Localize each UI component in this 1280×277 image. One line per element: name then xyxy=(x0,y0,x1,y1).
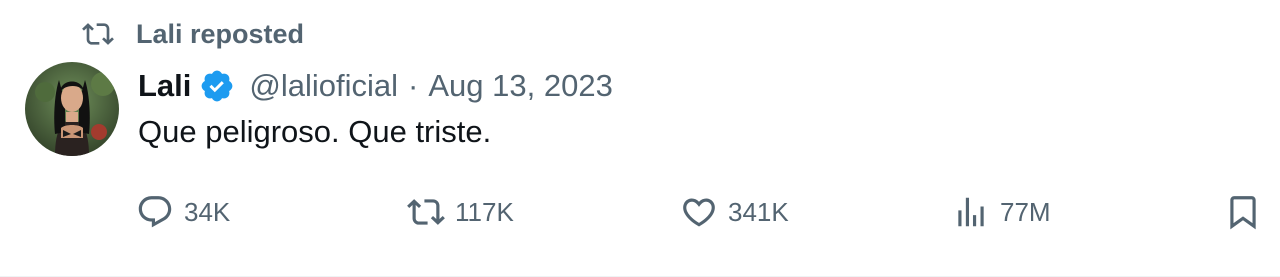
like-count: 341K xyxy=(728,196,789,227)
views-count: 77M xyxy=(1000,196,1051,227)
reply-icon xyxy=(136,193,174,231)
tweet-header: Lali @lalioficial · Aug 13, 2023 xyxy=(138,64,613,108)
analytics-icon xyxy=(952,193,990,231)
tweet-date[interactable]: Aug 13, 2023 xyxy=(428,68,612,104)
tweet-text: Que peligroso. Que triste. xyxy=(138,114,492,149)
avatar[interactable] xyxy=(25,62,119,156)
social-context[interactable]: Lali reposted xyxy=(82,16,304,52)
reply-button[interactable]: 34K xyxy=(136,190,230,234)
author-handle[interactable]: @lalioficial xyxy=(249,68,398,104)
views-button[interactable]: 77M xyxy=(952,190,1051,234)
reply-count: 34K xyxy=(184,196,231,227)
verified-badge-icon[interactable] xyxy=(199,68,235,104)
like-button[interactable]: 341K xyxy=(680,190,789,234)
repost-count: 117K xyxy=(455,196,514,227)
separator-dot: · xyxy=(408,68,419,103)
reposted-by-label: Lali reposted xyxy=(136,18,305,49)
repost-button[interactable]: 117K xyxy=(407,190,514,234)
action-bar: 34K 117K 341K 77M xyxy=(0,190,1280,234)
bookmark-button[interactable] xyxy=(1224,190,1262,234)
heart-icon xyxy=(680,193,718,231)
tweet-card[interactable]: Lali reposted Lali @lalioficial · Aug 13… xyxy=(0,0,1280,277)
bookmark-icon xyxy=(1224,193,1262,231)
repost-icon xyxy=(407,193,445,231)
author-name[interactable]: Lali xyxy=(138,68,191,104)
repost-icon xyxy=(82,18,114,50)
